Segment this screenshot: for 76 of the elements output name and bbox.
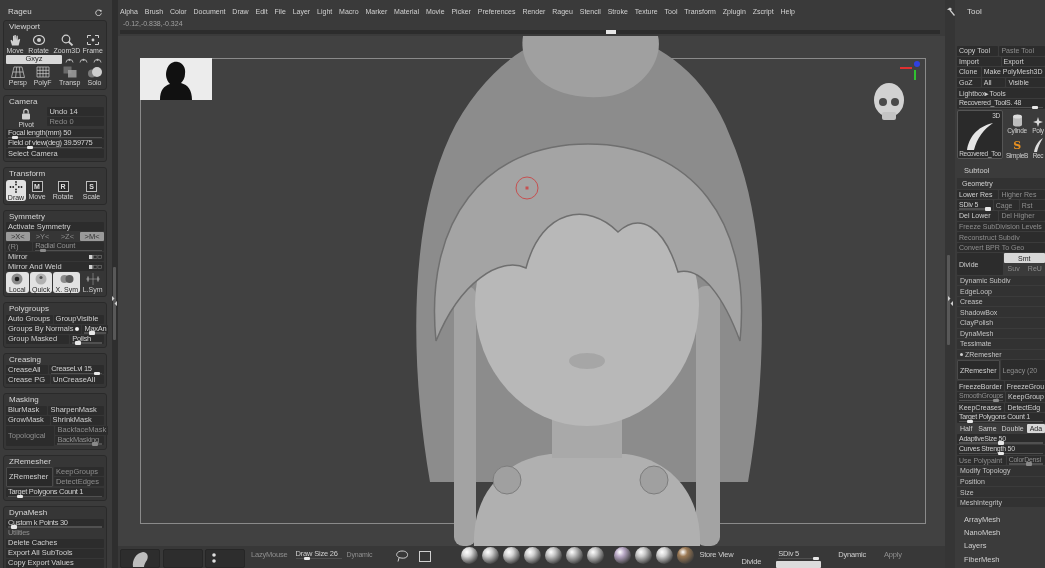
section-title[interactable]: Creasing: [6, 353, 104, 365]
axis-toggles-icon: [89, 254, 102, 259]
timeline-thumb[interactable]: [606, 30, 616, 34]
brush-sphere-icon[interactable]: [635, 547, 653, 564]
brush-sphere-icon[interactable]: [566, 547, 584, 564]
slider-thumb[interactable]: [74, 341, 81, 345]
brush-sphere-icon[interactable]: [656, 547, 674, 564]
perspective-grid-icon: [10, 65, 25, 78]
frame-corners-icon: [85, 33, 100, 46]
expanded-dot-icon: [960, 353, 963, 357]
curved-strand-icon: [1033, 137, 1043, 152]
twin-spheres-icon: [59, 273, 74, 285]
slider-thumb[interactable]: [12, 135, 19, 139]
panel-toggle-icon[interactable]: [948, 296, 953, 306]
slider-thumb[interactable]: [998, 451, 1004, 456]
curved-strand-icon: [966, 121, 994, 150]
slider-thumb[interactable]: [998, 441, 1004, 445]
lasso-select-icon[interactable]: [395, 550, 410, 562]
brush-sphere-icon[interactable]: [524, 547, 542, 564]
slider-thumb[interactable]: [27, 145, 34, 149]
slider-thumb[interactable]: [984, 207, 991, 211]
slider-thumb[interactable]: [10, 525, 17, 529]
brush-thumbnail[interactable]: [120, 549, 160, 568]
slider-thumb[interactable]: [1031, 105, 1038, 110]
brush-sphere-icon[interactable]: [545, 547, 563, 564]
rectangle-select-icon[interactable]: [419, 551, 432, 562]
spheres-icon: [87, 65, 102, 78]
brush-sphere-icon[interactable]: [461, 547, 479, 564]
brush-sphere-icon[interactable]: [587, 547, 605, 564]
star-icon: [1033, 116, 1043, 127]
panel-title: Tool: [967, 8, 982, 16]
slider-thumb[interactable]: [303, 556, 310, 560]
sphere-icon: [33, 273, 48, 285]
slider-track[interactable]: [959, 452, 1043, 455]
section-title[interactable]: Viewport: [6, 21, 104, 33]
section-title[interactable]: Polygroups: [6, 303, 104, 315]
brush-sphere-icon[interactable]: [614, 547, 632, 564]
axis-toggles-icon: [89, 264, 102, 269]
circle-arrow-icon[interactable]: [95, 8, 102, 16]
brush-sphere-icon[interactable]: [677, 547, 695, 564]
dots-icon: [212, 553, 216, 563]
slider-track[interactable]: [959, 106, 1043, 109]
section-title[interactable]: Transform: [6, 168, 104, 180]
slider-thumb[interactable]: [89, 331, 96, 335]
scrollbar-thumb[interactable]: [947, 255, 950, 345]
letter-logo: S: [1013, 139, 1021, 152]
alpha-thumbnail[interactable]: [205, 549, 245, 568]
slider-thumb[interactable]: [813, 556, 820, 560]
symmetry-axes-icon: [85, 273, 100, 285]
hand-icon: [8, 33, 23, 46]
magnifier-icon: [59, 33, 74, 46]
section-title[interactable]: Masking: [6, 394, 104, 406]
section-title[interactable]: Symmetry: [6, 210, 104, 222]
skull-gizmo-icon[interactable]: [874, 61, 920, 120]
toggle-dot-icon[interactable]: [75, 327, 80, 331]
brush-blob-icon: [130, 551, 150, 567]
overlapping-squares-icon: [62, 65, 77, 78]
dotted-cross-icon: [9, 180, 23, 193]
brush-sphere-icon[interactable]: [503, 547, 521, 564]
hammer-icon: [946, 7, 955, 16]
rotate-icon: [31, 33, 46, 46]
slider-thumb[interactable]: [966, 419, 973, 424]
slider-track[interactable]: [959, 420, 1043, 423]
section-title[interactable]: Camera: [6, 95, 104, 107]
grid-icon: [35, 65, 50, 78]
cylinder-icon: [1011, 113, 1023, 127]
slider-thumb[interactable]: [93, 371, 100, 375]
brush-sphere-icon[interactable]: [482, 547, 500, 564]
silhouette-thumbnail[interactable]: [140, 58, 212, 100]
section-title[interactable]: DynaMesh: [6, 507, 104, 519]
smooth-field[interactable]: [776, 561, 822, 568]
panel-title: Rageu: [8, 8, 32, 16]
slider-thumb[interactable]: [16, 494, 23, 498]
sphere-icon: [10, 273, 25, 285]
section-title[interactable]: ZRemesher: [6, 455, 104, 467]
brush-cursor-icon: [515, 176, 539, 200]
